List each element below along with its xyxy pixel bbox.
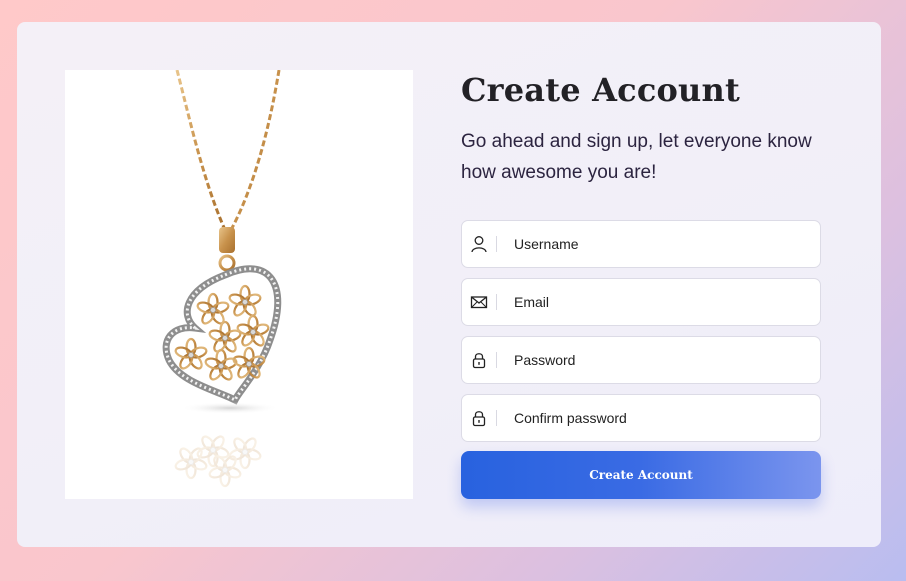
password-input[interactable]	[514, 337, 804, 383]
create-account-button[interactable]: Create Account	[461, 451, 821, 499]
page-title: Create Account	[461, 71, 740, 109]
email-input[interactable]	[514, 279, 804, 325]
envelope-icon	[470, 296, 488, 309]
form-fields	[461, 220, 821, 452]
confirm-password-field[interactable]	[461, 394, 821, 442]
signup-form: Create Account Go ahead and sign up, let…	[461, 70, 821, 499]
confirm-password-input[interactable]	[514, 395, 804, 441]
user-icon	[471, 236, 487, 253]
lock-icon	[472, 353, 486, 369]
signup-card: Create Account Go ahead and sign up, let…	[17, 22, 881, 547]
heart-pendant-necklace-image	[162, 70, 282, 488]
password-field[interactable]	[461, 336, 821, 384]
lock-icon	[472, 411, 486, 427]
field-divider	[496, 352, 497, 368]
product-image	[65, 70, 413, 499]
field-divider	[496, 410, 497, 426]
email-field[interactable]	[461, 278, 821, 326]
field-divider	[496, 236, 497, 252]
username-input[interactable]	[514, 221, 804, 267]
username-field[interactable]	[461, 220, 821, 268]
field-divider	[496, 294, 497, 310]
page-subtitle: Go ahead and sign up, let everyone know …	[461, 131, 812, 183]
